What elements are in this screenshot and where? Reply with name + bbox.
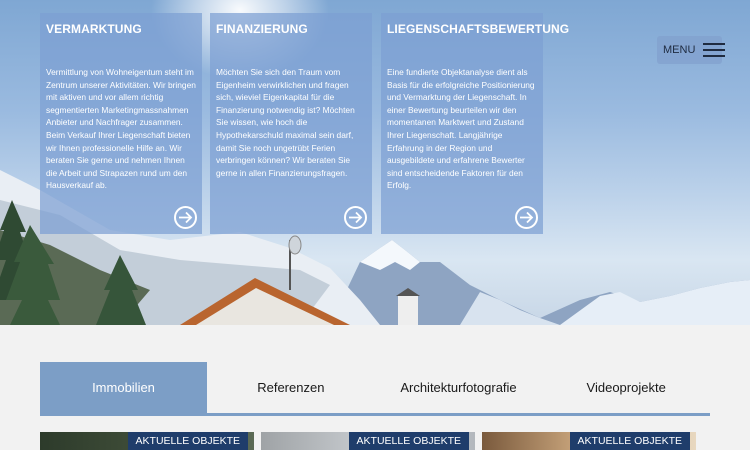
- arrow-right-circle-icon[interactable]: [515, 206, 538, 229]
- listing-card[interactable]: AKTUELLE OBJEKTE: [40, 432, 254, 450]
- arrow-right-circle-icon[interactable]: [344, 206, 367, 229]
- tab-immobilien[interactable]: Immobilien: [40, 362, 207, 413]
- category-tabs: Immobilien Referenzen Architekturfotogra…: [40, 362, 710, 416]
- hamburger-icon: [703, 42, 726, 58]
- card-finanzierung: FINANZIERUNG Möchten Sie sich den Traum …: [210, 13, 372, 234]
- tab-architekturfotografie[interactable]: Architekturfotografie: [375, 362, 543, 413]
- card-text: Möchten Sie sich den Traum vom Eigenheim…: [216, 67, 355, 178]
- listing-badge: AKTUELLE OBJEKTE: [127, 432, 248, 450]
- listing-badge: AKTUELLE OBJEKTE: [348, 432, 469, 450]
- listing-badge: AKTUELLE OBJEKTE: [569, 432, 690, 450]
- card-title: LIEGENSCHAFTSBEWERTUNG: [387, 22, 570, 36]
- card-title: FINANZIERUNG: [216, 22, 308, 36]
- listing-card[interactable]: AKTUELLE OBJEKTE: [482, 432, 696, 450]
- card-text: Eine fundierte Objektanalyse dient als B…: [387, 67, 535, 191]
- menu-label: MENU: [663, 44, 696, 56]
- card-title: VERMARKTUNG: [46, 22, 142, 36]
- tab-referenzen[interactable]: Referenzen: [207, 362, 375, 413]
- listing-card[interactable]: AKTUELLE OBJEKTE: [261, 432, 475, 450]
- portfolio-section: Immobilien Referenzen Architekturfotogra…: [0, 325, 750, 450]
- hero-section: VERMARKTUNG Vermittlung von Wohneigentum…: [0, 0, 750, 325]
- tab-videoprojekte[interactable]: Videoprojekte: [542, 362, 710, 413]
- card-text: Vermittlung von Wohneigentum steht im Ze…: [46, 67, 196, 191]
- menu-button[interactable]: MENU: [657, 36, 726, 64]
- card-liegenschaftsbewertung: LIEGENSCHAFTSBEWERTUNG Eine fundierte Ob…: [381, 13, 570, 234]
- arrow-right-circle-icon[interactable]: [174, 206, 197, 229]
- card-vermarktung: VERMARKTUNG Vermittlung von Wohneigentum…: [40, 13, 202, 234]
